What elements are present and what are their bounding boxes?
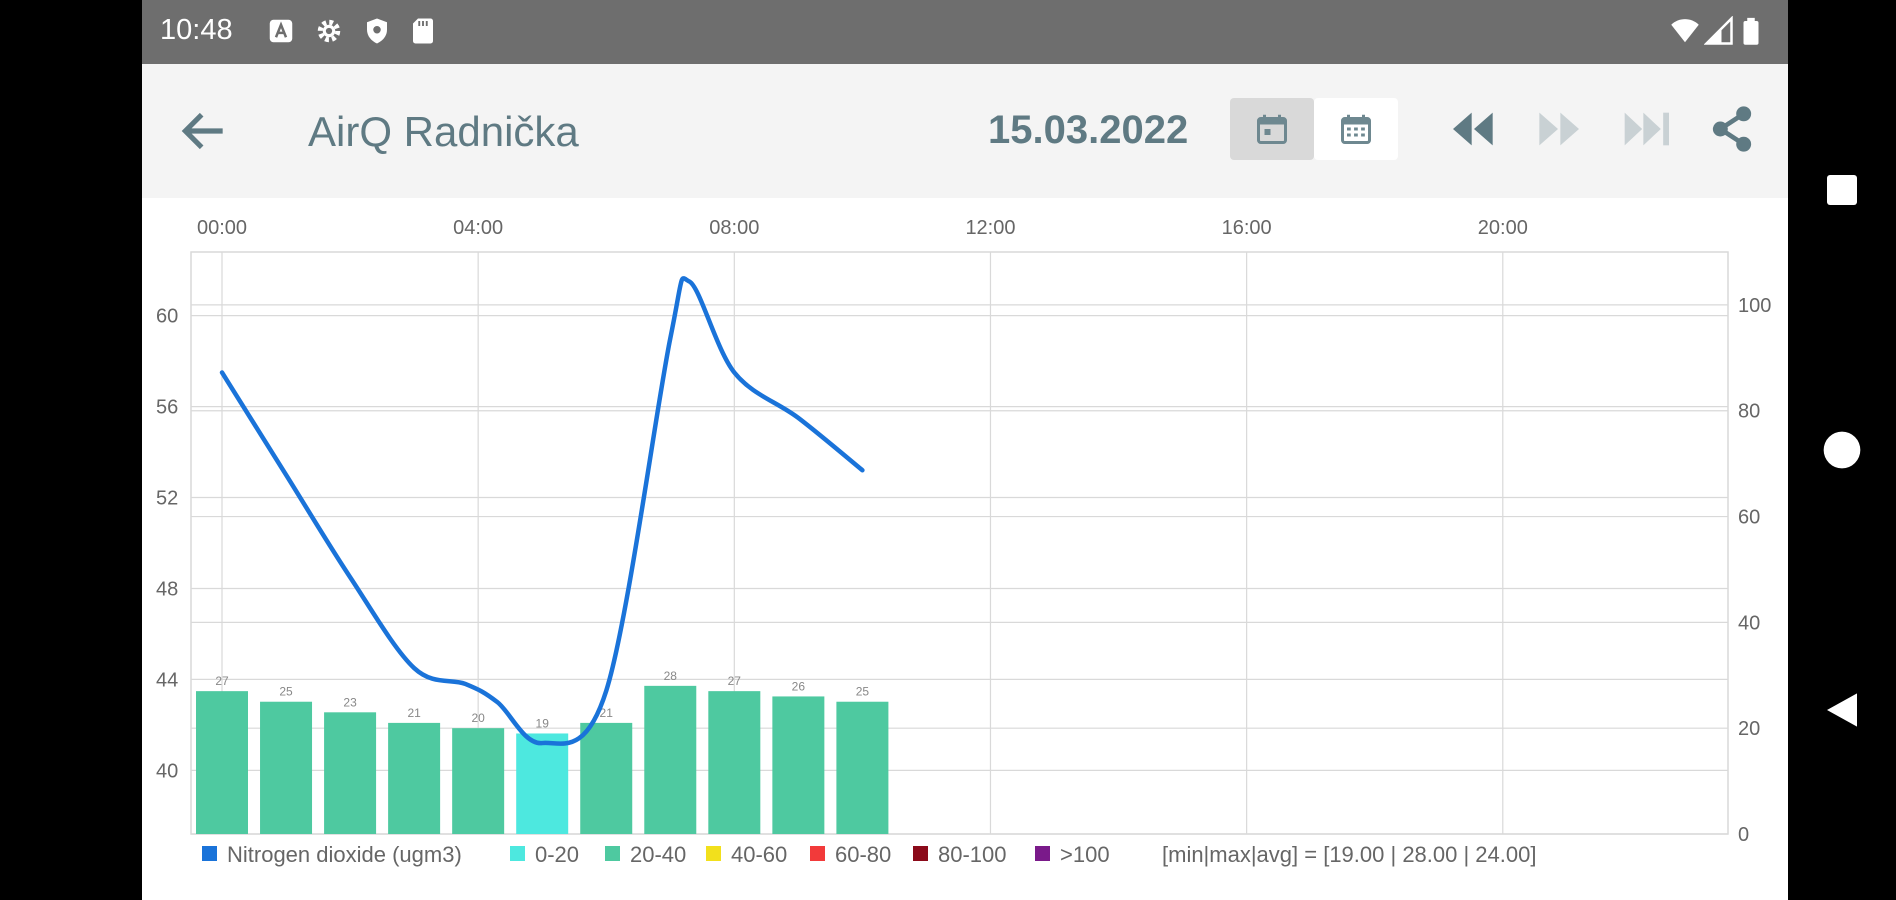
x-axis-tick: 08:00 [709,217,759,239]
bar-label: 28 [664,669,678,683]
bar [708,691,761,834]
legend-swatch [202,846,217,861]
right-axis-tick: 40 [1738,612,1760,634]
legend-label: >100 [1060,842,1110,867]
circle-home-icon [1823,431,1861,469]
left-axis-tick: 40 [156,760,178,782]
bar [260,701,313,834]
month-view-button[interactable] [1314,98,1398,160]
home-button[interactable] [1788,410,1896,490]
day-view-button[interactable] [1230,98,1314,160]
bar-label: 21 [407,706,421,720]
bar-label: 20 [471,711,485,725]
bar-label: 27 [728,674,742,688]
bar [324,712,377,834]
bar-label: 27 [215,674,229,688]
legend-label: 0-20 [535,842,579,867]
left-axis-tick: 48 [156,578,178,600]
bar [836,701,889,834]
legend-swatch [810,846,825,861]
bar [644,685,697,834]
app-title: AirQ Radnička [308,108,579,155]
right-axis-tick: 80 [1738,401,1760,423]
x-axis-tick: 12:00 [965,217,1015,239]
x-axis-tick: 20:00 [1478,217,1528,239]
signal-icon [1704,16,1733,45]
legend-swatch [913,846,928,861]
fast-forward-icon[interactable] [1528,101,1588,157]
legend-label: 40-60 [731,842,787,867]
bar [580,722,633,834]
app-bar: AirQ Radnička 15.03.2022 [142,64,1788,198]
left-axis-tick: 44 [156,669,178,691]
right-axis-tick: 100 [1738,295,1771,317]
rewind-icon[interactable] [1444,101,1504,157]
status-time: 10:48 [160,14,233,46]
status-bar: 10:48 [142,0,1788,64]
legend-swatch [605,846,620,861]
share-icon[interactable] [1702,101,1762,157]
battery-icon [1743,17,1759,45]
gear-icon [317,19,341,43]
selected-date[interactable]: 15.03.2022 [988,108,1188,153]
right-axis-tick: 0 [1738,824,1749,846]
system-navigation-bar [1788,0,1896,900]
back-arrow-icon[interactable] [176,103,232,159]
app-screen: 10:48 AirQ Radnička 15.03.2022 40 44 48 … [142,0,1788,900]
skip-to-end-icon[interactable] [1618,101,1678,157]
chart-area: 40 44 48 52 56 60 0 20 40 60 80 100 00:00 04:00 08:00 1… [142,198,1788,900]
no2-chart[interactable]: 40 44 48 52 56 60 0 20 40 60 80 100 00:00 04:00 08:00 1… [142,198,1788,900]
bar-label: 26 [792,679,806,693]
recents-button[interactable] [1788,150,1896,230]
a-notification-icon [269,19,293,43]
x-axis-tick: 00:00 [197,217,247,239]
bar [388,722,441,834]
right-axis-tick: 20 [1738,718,1760,740]
triangle-back-icon [1827,693,1857,727]
bar [516,733,569,834]
legend-swatch [510,846,525,861]
bar [452,728,505,834]
bar [196,691,248,834]
legend-label: 80-100 [938,842,1007,867]
calendar-month-icon [1341,114,1371,144]
left-axis-tick: 56 [156,397,178,419]
no2-line-series [219,276,865,746]
wifi-icon [1671,19,1699,43]
right-axis-tick: 60 [1738,507,1760,529]
calendar-day-icon [1257,114,1287,144]
left-axis-tick: 60 [156,306,178,328]
legend-label: Nitrogen dioxide (ugm3) [227,842,462,867]
left-axis-tick: 52 [156,488,178,510]
back-system-button[interactable] [1788,670,1896,750]
bar-label: 19 [536,716,550,730]
bar-label: 23 [343,695,357,709]
bar-label: 25 [279,685,293,699]
legend-swatch [1035,846,1050,861]
bar-label: 25 [856,685,870,699]
square-recents-icon [1827,175,1857,205]
legend-label: 60-80 [835,842,891,867]
legend-label: 20-40 [630,842,686,867]
x-axis-tick: 04:00 [453,217,503,239]
sd-card-icon [413,18,433,44]
legend-swatch [706,846,721,861]
bar [772,696,825,834]
x-axis-tick: 16:00 [1222,217,1272,239]
shield-icon [367,18,387,44]
stats-summary: [min|max|avg] = [19.00 | 28.00 | 24.00] [1162,842,1536,867]
